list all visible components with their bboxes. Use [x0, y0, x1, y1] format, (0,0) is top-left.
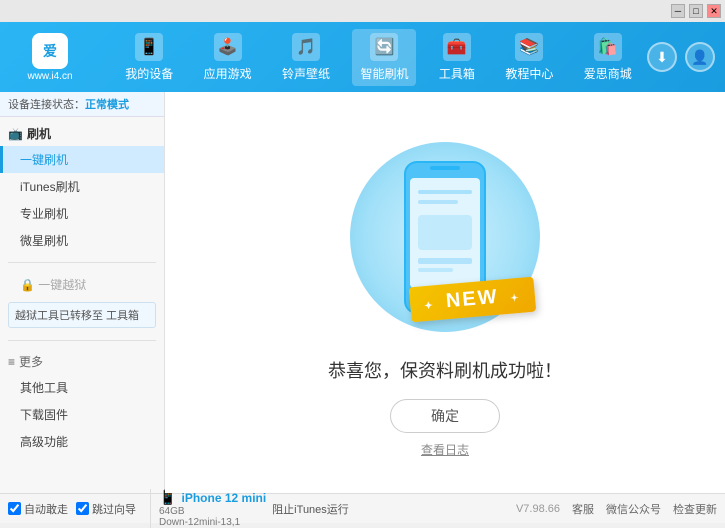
- nav-right-area: ⬇ 👤: [647, 42, 715, 72]
- itunes-flash-label: iTunes刷机: [20, 180, 80, 194]
- skip-wizard-checkbox[interactable]: 跳过向导: [76, 501, 136, 517]
- flash-group-label: 刷机: [27, 125, 51, 142]
- device-name: iPhone 12 mini: [182, 491, 267, 505]
- download-button[interactable]: ⬇: [647, 42, 677, 72]
- sidebar-item-pro-flash[interactable]: 专业刷机: [0, 200, 164, 227]
- sidebar-item-disk-flash[interactable]: 微星刷机: [0, 227, 164, 254]
- logo-area: 爱 www.i4.cn: [10, 33, 90, 82]
- nav-tutorial[interactable]: 📚 教程中心: [497, 29, 561, 86]
- pro-flash-label: 专业刷机: [20, 207, 68, 221]
- success-message: 恭喜您，保资料刷机成功啦！: [328, 357, 562, 383]
- status-label: 设备连接状态：: [8, 99, 85, 111]
- main-area: 设备连接状态：正常模式 📺 刷机 一键刷机 iTunes刷机 专业刷机 微星刷机: [0, 92, 725, 493]
- bottom-left-col: 自动敢走 跳过向导: [8, 501, 136, 517]
- auto-start-input[interactable]: [8, 502, 21, 515]
- nav-toolbox-label: 工具箱: [439, 65, 475, 82]
- sidebar: 设备连接状态：正常模式 📺 刷机 一键刷机 iTunes刷机 专业刷机 微星刷机: [0, 92, 165, 493]
- jailbreak-notice: 越狱工具已转移至 工具箱: [8, 302, 156, 328]
- nav-tutorial-label: 教程中心: [505, 65, 553, 82]
- ringtone-icon: 🎵: [292, 33, 320, 61]
- apps-games-icon: 🕹️: [214, 33, 242, 61]
- nav-my-device[interactable]: 📱 我的设备: [117, 29, 181, 86]
- nav-smart-flash-label: 智能刷机: [360, 65, 408, 82]
- auto-start-label: 自动敢走: [24, 501, 68, 517]
- log-link-text: 查看日志: [421, 443, 469, 457]
- disk-flash-label: 微星刷机: [20, 234, 68, 248]
- nav-ringtone-wallpaper[interactable]: 🎵 铃声壁纸: [274, 29, 338, 86]
- nav-toolbox[interactable]: 🧰 工具箱: [431, 29, 483, 86]
- my-device-icon: 📱: [135, 33, 163, 61]
- one-click-flash-label: 一键刷机: [20, 153, 68, 167]
- customer-service-link[interactable]: 客服: [572, 501, 594, 517]
- advanced-label: 高级功能: [20, 435, 68, 449]
- skip-wizard-label: 跳过向导: [92, 501, 136, 517]
- checkboxes-row: 自动敢走 跳过向导: [8, 501, 136, 517]
- jailbreak-label: 一键越狱: [38, 278, 86, 292]
- device-info: 📱 iPhone 12 mini 64GB Down-12mini-13,1: [150, 489, 266, 528]
- nav-apps-games-label: 应用游戏: [204, 65, 252, 82]
- auto-start-checkbox[interactable]: 自动敢走: [8, 501, 68, 517]
- nav-smart-flash[interactable]: 🔄 智能刷机: [352, 29, 416, 86]
- flash-group-header: 📺 刷机: [0, 121, 164, 146]
- logo-icon: 爱: [32, 33, 68, 69]
- jailbreak-header: 🔒 一键越狱: [0, 271, 164, 298]
- header: 爱 www.i4.cn 📱 我的设备 🕹️ 应用游戏 🎵 铃声壁纸 🔄 智能刷机…: [0, 22, 725, 92]
- minimize-button[interactable]: ─: [671, 4, 685, 18]
- confirm-button-label: 确定: [431, 408, 459, 424]
- phone-illustration: ✦ ✦ ✦ NEW: [345, 127, 545, 347]
- sparkle-1: ✦: [370, 157, 382, 174]
- new-badge-text: NEW: [445, 286, 499, 313]
- maximize-button[interactable]: □: [689, 4, 703, 18]
- skip-wizard-input[interactable]: [76, 502, 89, 515]
- nav-ringtone-label: 铃声壁纸: [282, 65, 330, 82]
- title-bar: ─ □ ✕: [0, 0, 725, 22]
- check-update-link[interactable]: 检查更新: [673, 501, 717, 517]
- bottom-bar: 自动敢走 跳过向导 📱 iPhone 12 mini 64GB Down-12m…: [0, 493, 725, 523]
- wechat-public-link[interactable]: 微信公众号: [606, 501, 661, 517]
- brand-store-icon: 🛍️: [594, 33, 622, 61]
- flash-group-icon: 📺: [8, 127, 23, 141]
- nav-brand-store[interactable]: 🛍️ 爱思商城: [576, 29, 640, 86]
- sidebar-divider-1: [8, 262, 156, 263]
- flash-section: 📺 刷机 一键刷机 iTunes刷机 专业刷机 微星刷机: [0, 117, 164, 258]
- status-value: 正常模式: [85, 99, 129, 111]
- tutorial-icon: 📚: [515, 33, 543, 61]
- download-firmware-label: 下载固件: [20, 408, 68, 422]
- itunes-status: 阻止iTunes运行: [272, 501, 349, 517]
- sidebar-item-advanced[interactable]: 高级功能: [0, 428, 164, 455]
- close-button[interactable]: ✕: [707, 4, 721, 18]
- bottom-left: 自动敢走 跳过向导 📱 iPhone 12 mini 64GB Down-12m…: [8, 489, 516, 528]
- jailbreak-notice-text: 越狱工具已转移至 工具箱: [15, 310, 139, 322]
- nav-items: 📱 我的设备 🕹️ 应用游戏 🎵 铃声壁纸 🔄 智能刷机 🧰 工具箱 📚 教程中…: [110, 29, 647, 86]
- sidebar-item-other-tools[interactable]: 其他工具: [0, 374, 164, 401]
- itunes-status-text: 阻止iTunes运行: [272, 504, 349, 516]
- show-log-link[interactable]: 查看日志: [421, 441, 469, 458]
- device-storage: 64GB: [159, 506, 266, 517]
- more-section: ≡ 更多 其他工具 下载固件 高级功能: [0, 345, 164, 459]
- status-bar: 设备连接状态：正常模式: [0, 92, 164, 117]
- more-group-label: 更多: [19, 353, 43, 370]
- nav-apps-games[interactable]: 🕹️ 应用游戏: [196, 29, 260, 86]
- confirm-button[interactable]: 确定: [390, 399, 500, 433]
- logo-text: www.i4.cn: [27, 71, 72, 82]
- sidebar-item-one-click-flash[interactable]: 一键刷机: [0, 146, 164, 173]
- sidebar-item-itunes-flash[interactable]: iTunes刷机: [0, 173, 164, 200]
- other-tools-label: 其他工具: [20, 381, 68, 395]
- user-button[interactable]: 👤: [685, 42, 715, 72]
- more-group-header: ≡ 更多: [0, 349, 164, 374]
- more-group-icon: ≡: [8, 355, 15, 369]
- sidebar-item-download-firmware[interactable]: 下载固件: [0, 401, 164, 428]
- version-text: V7.98.66: [516, 503, 560, 515]
- nav-my-device-label: 我的设备: [125, 65, 173, 82]
- bottom-right: V7.98.66 客服 微信公众号 检查更新: [516, 501, 717, 517]
- content-area: ✦ ✦ ✦ NEW: [165, 92, 725, 493]
- toolbox-icon: 🧰: [443, 33, 471, 61]
- sparkle-2: ✦: [502, 152, 510, 163]
- sidebar-divider-2: [8, 340, 156, 341]
- nav-brand-store-label: 爱思商城: [584, 65, 632, 82]
- smart-flash-icon: 🔄: [370, 33, 398, 61]
- jailbreak-section: 🔒 一键越狱 越狱工具已转移至 工具箱: [0, 267, 164, 336]
